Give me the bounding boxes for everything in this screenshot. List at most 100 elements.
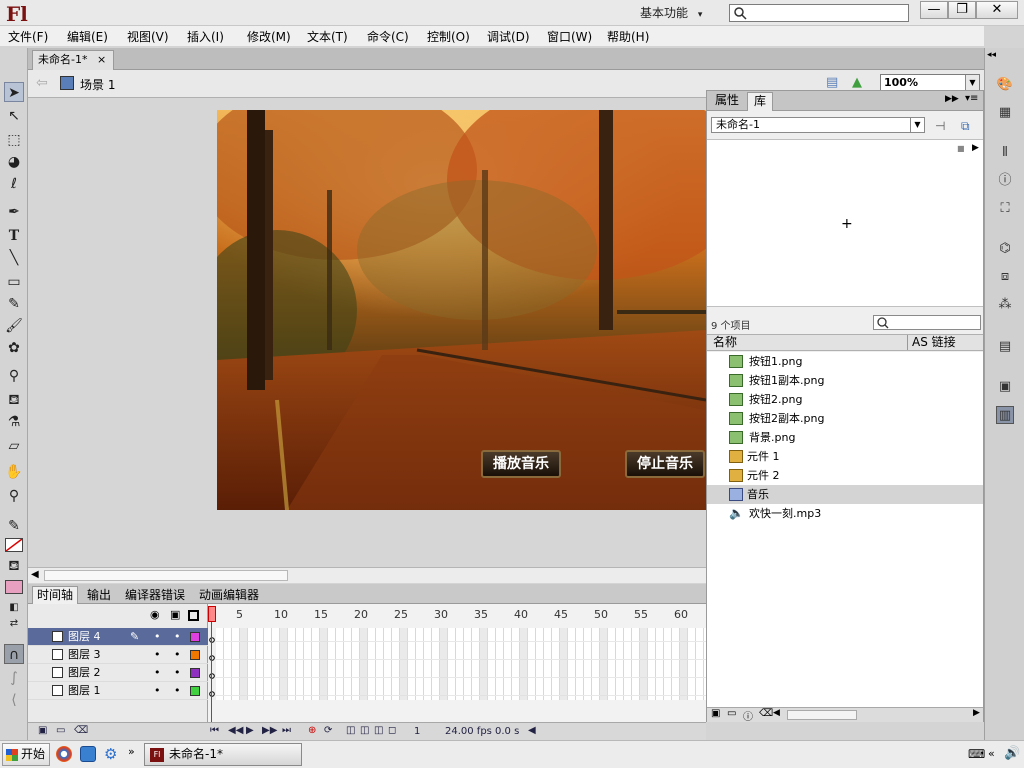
pencil-tool-icon[interactable]: ✎: [4, 294, 24, 314]
new-folder-icon[interactable]: ▭: [727, 708, 736, 719]
outline-icon[interactable]: [188, 610, 199, 621]
close-icon[interactable]: ×: [97, 53, 106, 66]
pin-library-icon[interactable]: ⊣: [935, 119, 945, 133]
layer-color-swatch[interactable]: [190, 686, 200, 696]
info-panel-icon[interactable]: ⓘ: [996, 172, 1014, 190]
menu-insert[interactable]: 插入(I): [187, 28, 224, 45]
new-symbol-icon[interactable]: ▣: [711, 708, 720, 719]
layer-color-swatch[interactable]: [190, 668, 200, 678]
rectangle-tool-icon[interactable]: ▭: [4, 272, 24, 292]
deco-tool-icon[interactable]: ✿: [4, 338, 24, 358]
menu-view[interactable]: 视图(V): [127, 28, 169, 45]
media-player-icon[interactable]: [56, 746, 72, 762]
library-document-select[interactable]: 未命名-1 ▼: [711, 117, 925, 133]
lock-dot[interactable]: •: [174, 628, 181, 645]
pen-tool-icon[interactable]: ✒: [4, 202, 24, 222]
scroll-left-icon[interactable]: ◀: [31, 569, 39, 580]
library-item[interactable]: 元件 2: [707, 466, 983, 485]
tab-properties[interactable]: 属性: [709, 92, 745, 111]
eye-icon[interactable]: ◉: [150, 608, 160, 621]
library-item[interactable]: 按钮2.png: [707, 390, 983, 409]
playhead[interactable]: [208, 606, 216, 622]
minimize-button[interactable]: —: [920, 1, 948, 19]
align-panel-icon[interactable]: ⫴: [996, 144, 1014, 162]
scroll-right-icon[interactable]: ▶: [973, 708, 980, 718]
layer-color-swatch[interactable]: [190, 632, 200, 642]
new-folder-icon[interactable]: ▭: [56, 725, 65, 736]
lock-dot[interactable]: •: [174, 682, 181, 699]
project-panel-icon[interactable]: ▤: [996, 338, 1014, 356]
preview-stop-icon[interactable]: ■: [957, 144, 965, 153]
edit-multiple-frames-icon[interactable]: ◫: [374, 725, 383, 736]
help-search-input[interactable]: [729, 4, 909, 22]
layer-row[interactable]: 图层 4 ✎ • •: [28, 628, 208, 646]
library-item[interactable]: 按钮1.png: [707, 352, 983, 371]
brush-tool-icon[interactable]: 🖌: [4, 316, 24, 336]
stroke-color-icon[interactable]: ✎: [4, 516, 24, 536]
library-item[interactable]: 按钮1副本.png: [707, 371, 983, 390]
menu-modify[interactable]: 修改(M): [247, 28, 291, 45]
scroll-left-icon[interactable]: ◀: [773, 708, 780, 718]
menu-help[interactable]: 帮助(H): [607, 28, 649, 45]
play-icon[interactable]: ▶: [246, 725, 254, 736]
lock-icon[interactable]: ▣: [170, 608, 180, 621]
keyboard-icon[interactable]: ⌨: [968, 747, 985, 761]
eyedropper-tool-icon[interactable]: ⚗: [4, 412, 24, 432]
edit-symbols-icon[interactable]: ▲: [852, 75, 862, 90]
library-item[interactable]: 音乐: [707, 485, 983, 504]
transform-panel-icon[interactable]: ⛶: [996, 200, 1014, 218]
lock-dot[interactable]: •: [174, 646, 181, 663]
loop-icon[interactable]: ⟳: [324, 725, 332, 736]
center-frame-icon[interactable]: ⊕: [308, 725, 316, 736]
tab-library[interactable]: 库: [747, 92, 774, 111]
library-item[interactable]: 背景.png: [707, 428, 983, 447]
visibility-dot[interactable]: •: [154, 664, 161, 681]
layer-row[interactable]: 图层 3 • •: [28, 646, 208, 664]
expand-tray-icon[interactable]: «: [988, 747, 995, 760]
zoom-select[interactable]: 100% ▼: [880, 74, 980, 91]
stroke-color-swatch[interactable]: [5, 538, 23, 552]
color-panel-icon[interactable]: 🎨: [996, 76, 1014, 94]
motion-presets-icon[interactable]: ⁂: [996, 296, 1014, 314]
column-linkage[interactable]: AS 链接: [907, 335, 956, 350]
library-panel-icon[interactable]: ▥: [996, 406, 1014, 424]
modify-markers-icon[interactable]: ◻: [388, 725, 396, 736]
lock-dot[interactable]: •: [174, 664, 181, 681]
menu-file[interactable]: 文件(F): [8, 28, 48, 45]
text-tool-icon[interactable]: T: [4, 226, 24, 246]
delete-layer-icon[interactable]: ⌫: [74, 725, 88, 736]
properties-icon[interactable]: ⓘ: [743, 708, 753, 723]
eraser-tool-icon[interactable]: ▱: [4, 436, 24, 456]
frame-rate[interactable]: 24.00 fps: [445, 726, 492, 737]
line-tool-icon[interactable]: ╲: [4, 248, 24, 268]
fill-color-swatch[interactable]: [5, 580, 23, 594]
scrollbar-thumb[interactable]: [787, 710, 857, 720]
bone-tool-icon[interactable]: ⚲: [4, 366, 24, 386]
3d-rotation-tool-icon[interactable]: ◕: [4, 152, 24, 172]
tab-compiler-errors[interactable]: 编译器错误: [120, 586, 190, 604]
menu-control[interactable]: 控制(O): [427, 28, 470, 45]
tab-timeline[interactable]: 时间轴: [32, 586, 79, 604]
first-frame-icon[interactable]: ⏮: [210, 725, 219, 736]
visibility-dot[interactable]: •: [154, 628, 161, 645]
lasso-tool-icon[interactable]: ℓ: [4, 174, 24, 194]
step-forward-icon[interactable]: ▶▶: [262, 725, 277, 736]
subselection-tool-icon[interactable]: ↖: [4, 106, 24, 126]
scroll-left-icon[interactable]: ◀: [528, 725, 536, 736]
menu-window[interactable]: 窗口(W): [547, 28, 592, 45]
start-button[interactable]: 开始: [2, 743, 50, 766]
straighten-icon[interactable]: ⟨: [4, 690, 24, 710]
close-button[interactable]: ✕: [976, 1, 1018, 19]
document-tab[interactable]: 未命名-1* ×: [32, 50, 114, 70]
properties-panel-icon[interactable]: ▣: [996, 378, 1014, 396]
preview-play-icon[interactable]: ▶: [972, 143, 979, 153]
back-arrow-icon[interactable]: ⇦: [36, 75, 48, 91]
panel-menu-icon[interactable]: ▾≡: [965, 93, 978, 104]
play-music-button[interactable]: 播放音乐: [481, 450, 561, 478]
layer-row[interactable]: 图层 2 • •: [28, 664, 208, 682]
swatches-panel-icon[interactable]: ▦: [996, 104, 1014, 122]
free-transform-tool-icon[interactable]: ⬚: [4, 130, 24, 150]
scrollbar-thumb[interactable]: [44, 570, 288, 581]
tab-output[interactable]: 输出: [82, 586, 116, 604]
onion-outline-icon[interactable]: ◫: [360, 725, 369, 736]
